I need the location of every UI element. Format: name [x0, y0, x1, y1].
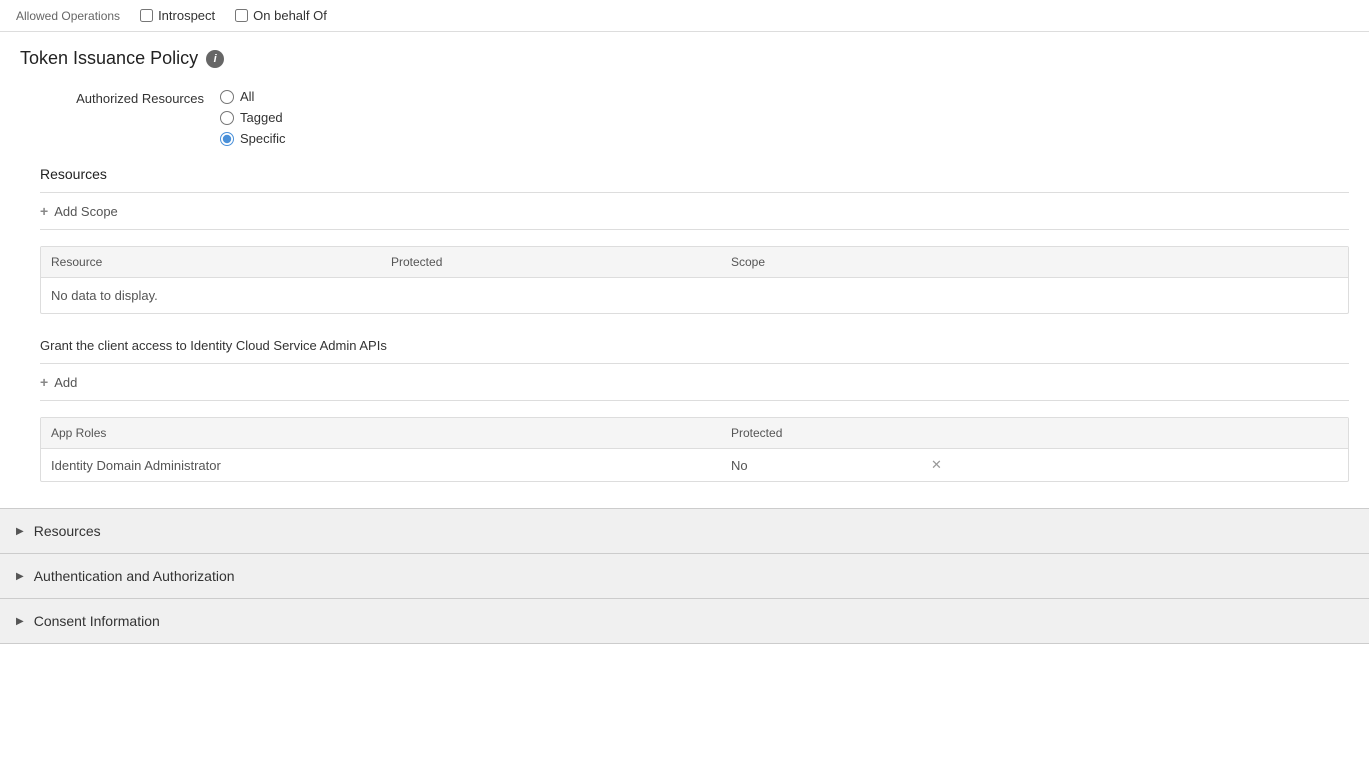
add-admin-label: Add: [54, 375, 77, 390]
collapsible-auth-authz-label: Authentication and Authorization: [34, 568, 235, 584]
consent-chevron-icon: ▶: [16, 616, 24, 627]
allowed-operations-label: Allowed Operations: [16, 9, 120, 23]
add-admin-row[interactable]: + Add: [40, 363, 1349, 401]
resources-table: Resource Protected Scope No data to disp…: [40, 246, 1349, 314]
no-data-message: No data to display.: [41, 278, 1348, 313]
collapsible-sections: ▶ Resources ▶ Authentication and Authori…: [0, 508, 1369, 644]
add-admin-plus-icon: +: [40, 374, 48, 390]
add-scope-label: Add Scope: [54, 204, 118, 219]
resource-col-header: Resource: [51, 255, 391, 269]
on-behalf-of-label: On behalf Of: [253, 8, 327, 23]
radio-specific[interactable]: [220, 132, 234, 146]
collapsible-consent-info[interactable]: ▶ Consent Information: [0, 599, 1369, 644]
collapsible-resources[interactable]: ▶ Resources: [0, 509, 1369, 554]
radio-specific-label: Specific: [240, 131, 286, 146]
introspect-checkbox[interactable]: [140, 9, 153, 22]
authorized-resources-label: Authorized Resources: [20, 89, 220, 106]
scope-col-header: Scope: [731, 255, 1338, 269]
radio-tagged[interactable]: [220, 111, 234, 125]
add-scope-plus-icon: +: [40, 203, 48, 219]
radio-tagged-item[interactable]: Tagged: [220, 110, 286, 125]
main-content: Token Issuance Policy i Authorized Resou…: [0, 32, 1369, 498]
add-scope-row[interactable]: + Add Scope: [40, 192, 1349, 230]
collapsible-resources-label: Resources: [34, 523, 101, 539]
remove-button[interactable]: ✕: [931, 457, 942, 473]
authorized-resources-radio-group: All Tagged Specific: [220, 89, 286, 146]
grant-title: Grant the client access to Identity Clou…: [40, 338, 1349, 353]
on-behalf-of-checkbox-item[interactable]: On behalf Of: [235, 8, 327, 23]
resources-heading: Resources: [40, 166, 1349, 182]
radio-tagged-label: Tagged: [240, 110, 283, 125]
introspect-checkbox-item[interactable]: Introspect: [140, 8, 215, 23]
admin-table-header: App Roles Protected: [41, 418, 1348, 449]
app-role-value: Identity Domain Administrator: [51, 458, 731, 473]
resources-table-header: Resource Protected Scope: [41, 247, 1348, 278]
resources-chevron-icon: ▶: [16, 526, 24, 537]
collapsible-consent-label: Consent Information: [34, 613, 160, 629]
grant-section: Grant the client access to Identity Clou…: [40, 338, 1349, 482]
protected-value: No: [731, 458, 931, 473]
top-bar: Allowed Operations Introspect On behalf …: [0, 0, 1369, 32]
table-row: Identity Domain Administrator No ✕: [41, 449, 1348, 481]
radio-all[interactable]: [220, 90, 234, 104]
token-issuance-policy-heading: Token Issuance Policy i: [20, 48, 1349, 69]
admin-table: App Roles Protected Identity Domain Admi…: [40, 417, 1349, 482]
admin-action-col-header: [931, 426, 1338, 440]
authorized-resources-row: Authorized Resources All Tagged Specific: [20, 89, 1349, 146]
protected-col-header: Protected: [391, 255, 731, 269]
app-roles-col-header: App Roles: [51, 426, 731, 440]
info-icon[interactable]: i: [206, 50, 224, 68]
collapsible-auth-authorization[interactable]: ▶ Authentication and Authorization: [0, 554, 1369, 599]
on-behalf-of-checkbox[interactable]: [235, 9, 248, 22]
radio-all-label: All: [240, 89, 254, 104]
radio-specific-item[interactable]: Specific: [220, 131, 286, 146]
remove-cell: ✕: [931, 457, 1338, 473]
auth-authz-chevron-icon: ▶: [16, 571, 24, 582]
introspect-label: Introspect: [158, 8, 215, 23]
radio-all-item[interactable]: All: [220, 89, 286, 104]
token-issuance-policy-title: Token Issuance Policy: [20, 48, 198, 69]
admin-protected-col-header: Protected: [731, 426, 931, 440]
resources-section: Resources + Add Scope Resource Protected…: [40, 166, 1349, 482]
